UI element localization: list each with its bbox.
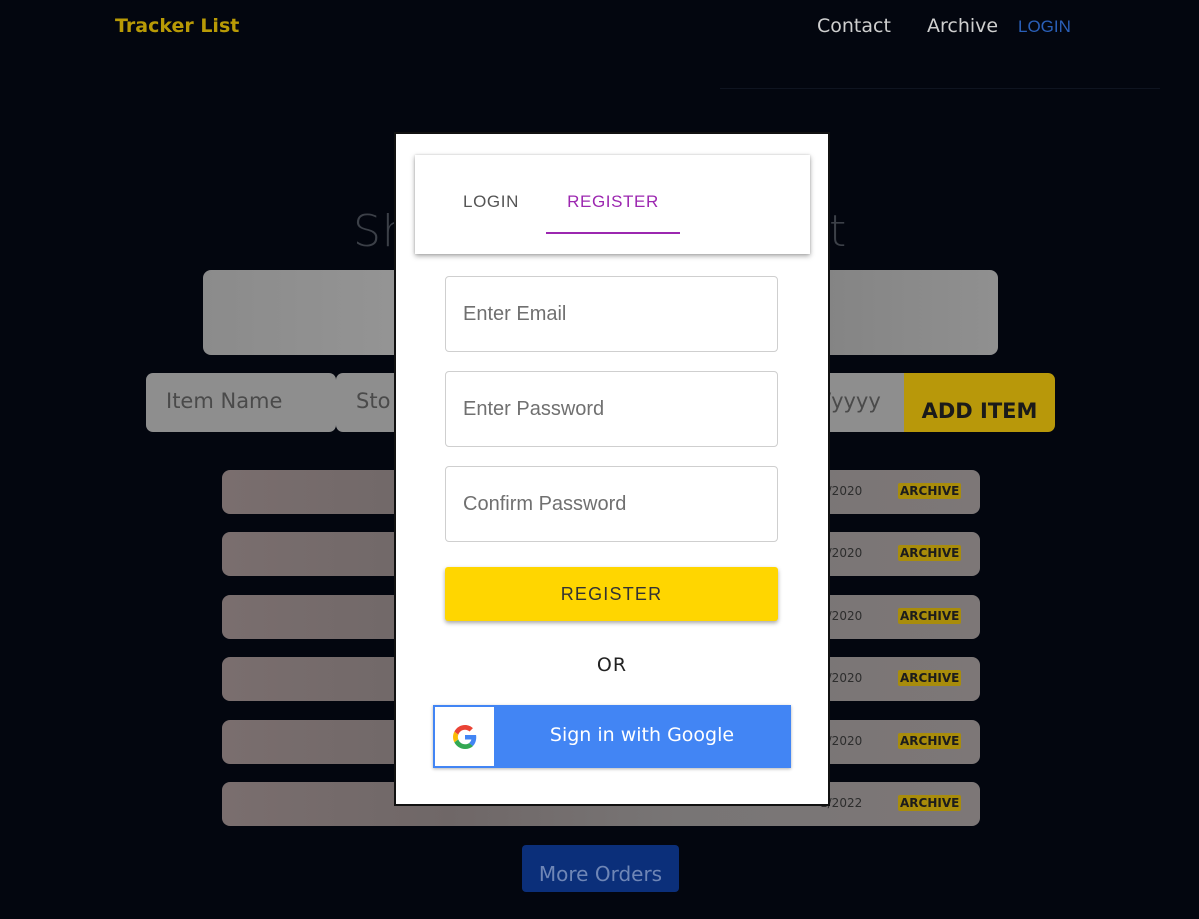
- archive-button[interactable]: ARCHIVE: [898, 733, 962, 749]
- email-field[interactable]: [445, 276, 778, 352]
- archive-button[interactable]: ARCHIVE: [898, 483, 962, 499]
- nav-archive-link[interactable]: Archive: [927, 15, 998, 37]
- archive-button[interactable]: ARCHIVE: [898, 670, 962, 686]
- or-divider-text: OR: [596, 654, 628, 676]
- archive-button[interactable]: ARCHIVE: [898, 545, 962, 561]
- add-item-button[interactable]: ADD ITEM: [904, 373, 1055, 432]
- brand-title[interactable]: Tracker List: [115, 15, 239, 37]
- nav-login-link[interactable]: LOGIN: [1018, 17, 1071, 37]
- more-orders-button[interactable]: More Orders: [522, 845, 679, 892]
- google-signin-label: Sign in with Google: [549, 724, 735, 746]
- password-field[interactable]: [445, 371, 778, 447]
- header-divider: [720, 88, 1160, 89]
- tab-register[interactable]: REGISTER: [546, 155, 680, 234]
- archive-button[interactable]: ARCHIVE: [898, 608, 962, 624]
- register-button[interactable]: REGISTER: [445, 567, 778, 621]
- google-signin-button[interactable]: Sign in with Google: [433, 705, 791, 768]
- tab-login[interactable]: LOGIN: [441, 155, 541, 252]
- archive-button[interactable]: ARCHIVE: [898, 795, 962, 811]
- confirm-password-field[interactable]: [445, 466, 778, 542]
- auth-tabbar: LOGIN REGISTER: [415, 155, 810, 254]
- nav-contact-link[interactable]: Contact: [817, 15, 891, 37]
- google-icon: [435, 707, 494, 766]
- auth-modal: LOGIN REGISTER REGISTER OR Sign in with …: [394, 132, 830, 806]
- item-name-input[interactable]: Item Name: [146, 373, 336, 432]
- page-title-right-fragment: t: [829, 206, 848, 257]
